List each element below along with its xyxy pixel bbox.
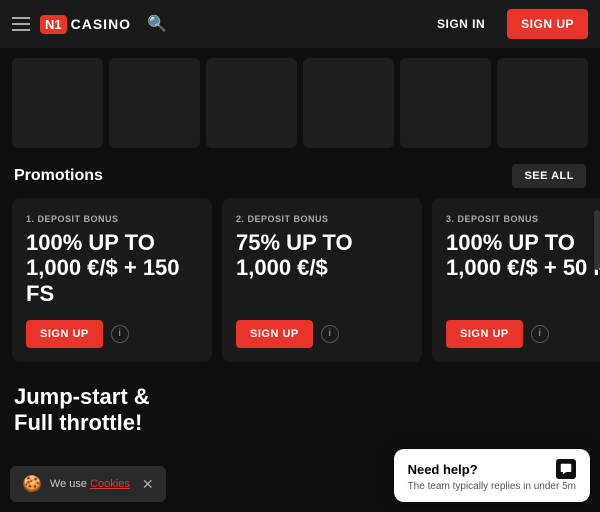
- cookie-icon: 🍪: [22, 474, 42, 494]
- game-thumbnail[interactable]: [109, 58, 200, 148]
- deposit-label-2: 2. DEPOSIT BONUS: [236, 214, 408, 224]
- signup-button[interactable]: SIGN UP: [507, 9, 588, 39]
- info-icon-1[interactable]: i: [111, 325, 129, 343]
- cookie-text: We use Cookies: [50, 478, 130, 490]
- search-icon[interactable]: 🔍: [147, 14, 167, 34]
- promo-amount-1: 100% UP TO 1,000 €/$ + 150 FS: [26, 230, 198, 306]
- promo-card-2: 2. DEPOSIT BONUS 75% UP TO 1,000 €/$ SIG…: [222, 198, 422, 362]
- promo-card-1: 1. DEPOSIT BONUS 100% UP TO 1,000 €/$ + …: [12, 198, 212, 362]
- deposit-label-3: 3. DEPOSIT BONUS: [446, 214, 600, 224]
- promo-amount-2: 75% UP TO 1,000 €/$: [236, 230, 408, 281]
- info-icon-3[interactable]: i: [531, 325, 549, 343]
- logo-casino: CASINO: [71, 16, 131, 32]
- jumpstart-title: Jump-start & Full throttle!: [14, 384, 586, 437]
- game-thumbnail[interactable]: [497, 58, 588, 148]
- logo-n1: N1: [40, 15, 67, 34]
- chat-subtitle: The team typically replies in under 5m: [408, 481, 576, 492]
- cookie-banner: 🍪 We use Cookies ✕: [10, 466, 166, 502]
- deposit-label-1: 1. DEPOSIT BONUS: [26, 214, 198, 224]
- chat-header: Need help?: [408, 459, 576, 479]
- game-thumbnail[interactable]: [12, 58, 103, 148]
- game-carousel: [0, 48, 600, 158]
- jumpstart-section: Jump-start & Full throttle!: [0, 362, 600, 437]
- promo-actions-1: SIGN UP i: [26, 320, 198, 348]
- cookie-link[interactable]: Cookies: [90, 478, 130, 490]
- signin-button[interactable]: SIGN IN: [425, 11, 497, 37]
- promo-actions-2: SIGN UP i: [236, 320, 408, 348]
- hamburger-menu-icon[interactable]: [12, 17, 30, 31]
- promo-amount-3: 100% UP TO 1,000 €/$ + 50 F: [446, 230, 600, 281]
- logo[interactable]: N1 CASINO: [40, 15, 131, 34]
- chat-icon: [556, 459, 576, 479]
- scroll-indicator: [594, 210, 600, 270]
- chat-widget[interactable]: Need help? The team typically replies in…: [394, 449, 590, 502]
- game-thumbnail[interactable]: [206, 58, 297, 148]
- message-icon: [560, 463, 572, 475]
- game-thumbnail[interactable]: [400, 58, 491, 148]
- promotions-header: Promotions SEE ALL: [0, 158, 600, 198]
- promo-signup-button-1[interactable]: SIGN UP: [26, 320, 103, 348]
- header: N1 CASINO 🔍 SIGN IN SIGN UP: [0, 0, 600, 48]
- promo-cards: 1. DEPOSIT BONUS 100% UP TO 1,000 €/$ + …: [0, 198, 600, 362]
- see-all-button[interactable]: SEE ALL: [512, 164, 586, 188]
- promo-signup-button-2[interactable]: SIGN UP: [236, 320, 313, 348]
- promotions-title: Promotions: [14, 167, 103, 185]
- cookie-close-button[interactable]: ✕: [142, 476, 154, 493]
- promo-signup-button-3[interactable]: SIGN UP: [446, 320, 523, 348]
- promo-card-3: 3. DEPOSIT BONUS 100% UP TO 1,000 €/$ + …: [432, 198, 600, 362]
- info-icon-2[interactable]: i: [321, 325, 339, 343]
- game-thumbnail[interactable]: [303, 58, 394, 148]
- promo-actions-3: SIGN UP i: [446, 320, 600, 348]
